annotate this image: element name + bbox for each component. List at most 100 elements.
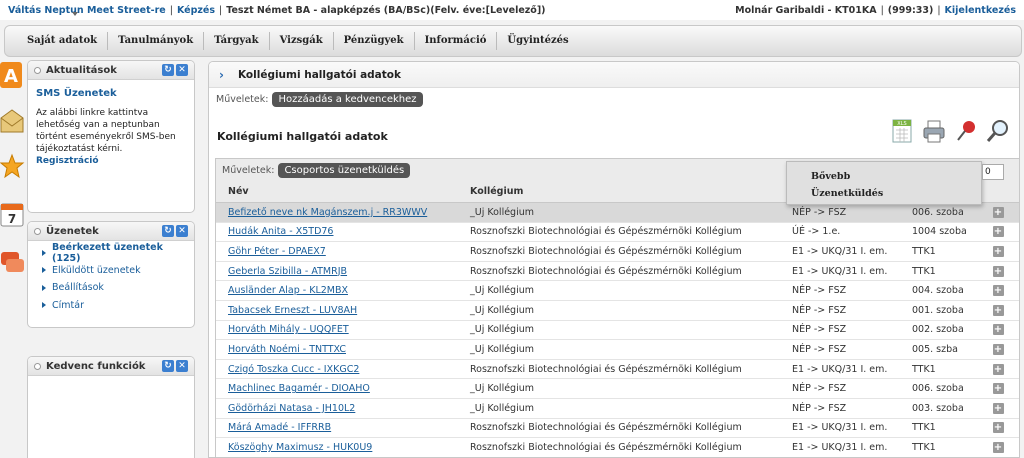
add-to-favorites-button[interactable]: Hozzáadás a kedvencekhez — [272, 91, 423, 107]
room-cell: TTK1 — [912, 363, 936, 375]
row-actions: + — [988, 363, 1008, 375]
building-cell: E1 -> UKQ/31 I. em. — [792, 363, 888, 375]
context-popup: Bővebb Üzenetküldés — [786, 161, 982, 205]
print-icon[interactable] — [921, 118, 947, 144]
table-row[interactable]: Horváth Noémi - TNTTXC _Új Kollégium NÉP -… — [216, 340, 1019, 360]
table-row[interactable]: Gödörházi Natasa - JH10L2 _Új Kollégium NÉ… — [216, 398, 1019, 419]
expand-plus-icon[interactable]: + — [992, 383, 1004, 395]
table-row[interactable]: Tabacsek Erneszt - LUV8AH _Új Kollégium NÉ… — [216, 300, 1019, 321]
student-name-link[interactable]: Márá Amadé - IFFRRB — [216, 422, 462, 433]
student-name-link[interactable]: Geberla Szibilla - ATMRJB — [216, 266, 462, 277]
building-cell: NÉP -> FSZ — [792, 324, 847, 336]
refresh-icon[interactable]: ↻ — [162, 64, 174, 76]
training-link[interactable]: Képzés — [177, 5, 215, 16]
building-cell: NÉP -> FSZ — [792, 285, 847, 297]
excel-export-icon[interactable]: XLS — [889, 118, 915, 144]
student-name-link[interactable]: Czigó Toszka Cucc - IXKGC2 — [216, 364, 462, 375]
chat-icon[interactable] — [0, 248, 26, 278]
expand-plus-icon[interactable]: + — [992, 324, 1004, 336]
student-name-link[interactable]: Göhr Péter - DPAEX7 — [216, 246, 462, 257]
separator: | — [219, 4, 223, 16]
news-panel-header: Aktualitások ↻ ✕ — [28, 61, 194, 80]
expand-plus-icon[interactable]: + — [992, 402, 1004, 414]
main-content: › Kollégiumi hallgatói adatok Műveletek:… — [208, 61, 1020, 458]
student-name-link[interactable]: Horváth Mihály - UQQFET — [216, 324, 462, 335]
table-row[interactable]: Czigó Toszka Cucc - IXKGC2 Rosznofszki Bi… — [216, 359, 1019, 380]
table-row[interactable]: Hudák Anita - X5TD76 Rosznofszki Biotechn… — [216, 222, 1019, 243]
panel-bullet-icon — [34, 227, 41, 235]
close-icon[interactable]: ✕ — [176, 64, 188, 76]
close-icon[interactable]: ✕ — [176, 225, 188, 237]
column-dorm-header[interactable]: Kollégium — [462, 186, 788, 197]
building-cell: E1 -> UKQ/31 I. em. — [792, 265, 888, 277]
dropdown-arrow-icon[interactable] — [72, 12, 78, 16]
logout-link[interactable]: Kijelentkezés — [945, 5, 1016, 16]
switch-neptun-link[interactable]: Váltás Neptun Meet Street-re — [8, 5, 166, 16]
table-row[interactable]: Machlinec Bagamér - DIOAHO _Új Kollégium N… — [216, 379, 1019, 399]
table-row[interactable]: Befizető neve nk Magánszem.j - RR3WWV _Új… — [216, 203, 1019, 223]
messages-item-sent[interactable]: Elküldött üzenetek — [42, 262, 194, 280]
registration-link[interactable]: Regisztráció — [36, 156, 99, 166]
bullet-arrow-icon — [42, 302, 46, 309]
popup-item-details[interactable]: Bővebb — [811, 168, 981, 185]
student-name-link[interactable]: Machlinec Bagamér - DIOAHO — [216, 383, 462, 394]
student-name-link[interactable]: Gödörházi Natasa - JH10L2 — [216, 403, 462, 414]
main-menu: Saját adatok Tanulmányok Tárgyak Vizsgák… — [4, 25, 1022, 57]
envelope-icon[interactable] — [0, 106, 26, 136]
messages-item-directory[interactable]: Címtár — [42, 297, 194, 315]
expand-plus-icon[interactable]: + — [992, 226, 1004, 238]
table-row[interactable]: Horváth Mihály - UQQFET _Új Kollégium NÉP … — [216, 320, 1019, 341]
student-name-link[interactable]: Köszöghy Maximusz - HUK0U9 — [216, 442, 462, 453]
popup-item-message[interactable]: Üzenetküldés — [811, 185, 981, 202]
messages-item-inbox[interactable]: Beérkezett üzenetek (125) — [42, 242, 194, 264]
expand-plus-icon[interactable]: + — [992, 441, 1004, 453]
table-row[interactable]: Geberla Szibilla - ATMRJB Rosznofszki Bio… — [216, 261, 1019, 282]
expand-plus-icon[interactable]: + — [992, 285, 1004, 297]
room-cell: TTK1 — [912, 265, 936, 277]
separator: | — [937, 4, 941, 16]
menu-item-studies[interactable]: Tanulmányok — [108, 32, 205, 50]
calendar-icon[interactable]: 7 — [0, 200, 26, 230]
table-row[interactable]: Göhr Péter - DPAEX7 Rosznofszki Biotechno… — [216, 242, 1019, 262]
page-size-select[interactable]: 0 — [982, 164, 1004, 180]
menu-item-exams[interactable]: Vizsgák — [270, 32, 334, 50]
favorites-panel-title: Kedvenc funkciók — [46, 360, 146, 372]
table-row[interactable]: Ausländer Alap - KL2MBX _Új Kollégium NÉP … — [216, 281, 1019, 301]
row-actions: + — [988, 304, 1008, 316]
expand-plus-icon[interactable]: + — [992, 245, 1004, 257]
search-icon[interactable] — [985, 118, 1011, 144]
pin-icon[interactable] — [953, 118, 979, 144]
student-name-link[interactable]: Befizető neve nk Magánszem.j - RR3WWV — [216, 207, 462, 218]
table-row[interactable]: Márá Amadé - IFFRRB Rosznofszki Biotechno… — [216, 418, 1019, 439]
group-message-button[interactable]: Csoportos üzenetküldés — [278, 162, 411, 178]
star-icon[interactable] — [0, 152, 26, 182]
student-name-link[interactable]: Ausländer Alap - KL2MBX — [216, 285, 462, 296]
separator: | — [880, 4, 884, 16]
menu-item-administration[interactable]: Ügyintézés — [497, 32, 578, 50]
student-name-link[interactable]: Tabacsek Erneszt - LUV8AH — [216, 305, 462, 316]
expand-plus-icon[interactable]: + — [992, 265, 1004, 277]
table-row[interactable]: Köszöghy Maximusz - HUK0U9 Rosznofszki Bi… — [216, 438, 1019, 457]
expand-plus-icon[interactable]: + — [992, 422, 1004, 434]
menu-item-own-data[interactable]: Saját adatok — [17, 32, 109, 50]
refresh-icon[interactable]: ↻ — [162, 360, 174, 372]
close-icon[interactable]: ✕ — [176, 360, 188, 372]
expand-plus-icon[interactable]: + — [992, 206, 1004, 218]
expand-plus-icon[interactable]: + — [992, 363, 1004, 375]
student-name-link[interactable]: Hudák Anita - X5TD76 — [216, 226, 462, 237]
refresh-icon[interactable]: ↻ — [162, 225, 174, 237]
menu-item-finances[interactable]: Pénzügyek — [334, 32, 415, 50]
session-timer: (999:33) — [887, 4, 934, 16]
dorm-cell: Rosznofszki Biotechnológiai és Gépészmér… — [470, 265, 742, 277]
messages-item-settings[interactable]: Beállítások — [42, 279, 194, 297]
column-name-header[interactable]: Név — [216, 186, 462, 197]
expand-plus-icon[interactable]: + — [992, 304, 1004, 316]
expand-plus-icon[interactable]: + — [992, 343, 1004, 355]
info-a-icon[interactable]: A — [0, 60, 26, 90]
student-name-link[interactable]: Horváth Noémi - TNTTXC — [216, 344, 462, 355]
row-actions: + — [988, 245, 1008, 257]
menu-item-subjects[interactable]: Tárgyak — [204, 32, 270, 50]
building-cell: NÉP -> FSZ — [792, 402, 847, 414]
dorm-cell: Rosznofszki Biotechnológiai és Gépészmér… — [470, 441, 742, 453]
menu-item-information[interactable]: Információ — [415, 32, 498, 50]
